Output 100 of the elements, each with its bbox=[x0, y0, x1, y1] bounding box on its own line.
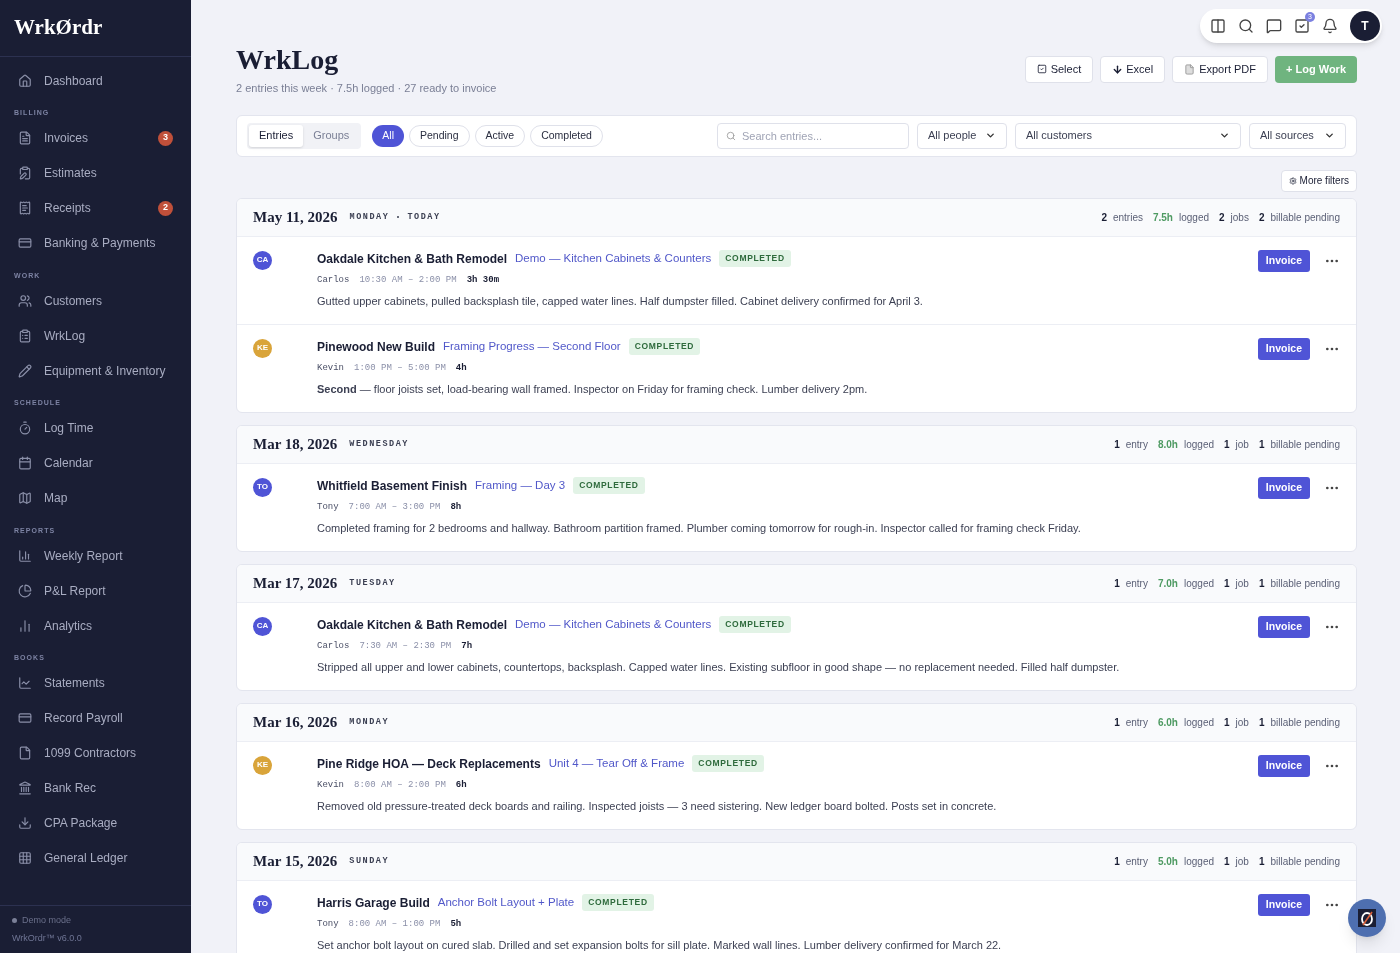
duration: 6h bbox=[455, 778, 467, 792]
panel-icon[interactable] bbox=[1210, 18, 1226, 34]
time-range: 8:00 AM – 2:00 PM bbox=[354, 778, 446, 792]
task-link[interactable]: Framing Progress — Second Floor bbox=[443, 337, 621, 356]
chevron-down-icon bbox=[1219, 130, 1230, 141]
sidebar-item[interactable]: Bank Rec bbox=[0, 770, 191, 806]
bar-chart-icon bbox=[18, 548, 32, 563]
sidebar-item[interactable]: Estimates bbox=[0, 155, 191, 191]
filter-dropdown[interactable]: All customers bbox=[1015, 122, 1241, 149]
entry-note: Gutted upper cabinets, pulled backsplash tile, capped water lines. Half dumpster filled. Cabinet delivery confirmed for April 3. bbox=[317, 294, 924, 309]
stat-label: entry bbox=[1125, 854, 1148, 869]
sidebar-item[interactable]: Customers bbox=[0, 283, 191, 318]
bell-icon[interactable] bbox=[1322, 18, 1338, 34]
worker-name: Tony bbox=[317, 917, 339, 931]
tasks-icon[interactable] bbox=[1294, 18, 1310, 34]
stat-label: logged bbox=[1183, 437, 1214, 452]
stat-value: 1 bbox=[1258, 437, 1265, 452]
day-tag: MONDAY bbox=[349, 715, 390, 729]
assistant-button[interactable] bbox=[1348, 899, 1386, 937]
invoice-button[interactable]: Invoice bbox=[1257, 249, 1310, 272]
sidebar-item[interactable]: 1099 Contractors bbox=[0, 735, 191, 771]
status-badge: COMPLETED bbox=[628, 338, 701, 355]
task-link[interactable]: Demo — Kitchen Cabinets & Counters bbox=[515, 615, 712, 634]
sidebar-item[interactable]: Log Time bbox=[0, 410, 191, 446]
search-icon bbox=[726, 130, 736, 141]
task-link[interactable]: Framing — Day 3 bbox=[475, 476, 566, 495]
task-link[interactable]: Demo — Kitchen Cabinets & Counters bbox=[515, 249, 712, 268]
sidebar-item[interactable]: Record Payroll bbox=[0, 700, 191, 736]
time-range: 1:00 PM – 5:00 PM bbox=[354, 361, 446, 375]
stat-label: job bbox=[1235, 715, 1249, 730]
count-badge: 3 bbox=[158, 130, 173, 146]
stat-value: 1 bbox=[1224, 715, 1230, 730]
sidebar-item[interactable]: Weekly Report bbox=[0, 538, 191, 573]
logo: WrkØrdr bbox=[14, 14, 103, 42]
line-chart-icon bbox=[18, 676, 32, 690]
avatar: CA bbox=[253, 616, 272, 636]
worker-name: Carlos bbox=[317, 273, 350, 287]
download-icon bbox=[18, 816, 32, 830]
filter-dropdown[interactable]: All sources bbox=[1249, 122, 1346, 149]
search-field[interactable]: Search entries... bbox=[717, 122, 909, 149]
stat-label: entries bbox=[1112, 210, 1143, 225]
sidebar-item[interactable]: Dashboard bbox=[0, 63, 191, 98]
select-button[interactable]: Select bbox=[1024, 55, 1094, 83]
export-pdf-button[interactable]: Export PDF bbox=[1172, 55, 1268, 83]
sidebar-item[interactable]: Statements bbox=[0, 665, 191, 701]
day-date: Mar 18, 2026 bbox=[253, 434, 338, 454]
day-date: Mar 17, 2026 bbox=[253, 573, 338, 593]
filter-dropdown[interactable]: All people bbox=[917, 122, 1007, 149]
pie-chart-icon bbox=[18, 583, 32, 598]
task-link[interactable]: Anchor Bolt Layout + Plate bbox=[437, 893, 575, 912]
status-filter-chip[interactable]: Pending bbox=[409, 124, 470, 147]
stat-value: 8.0h bbox=[1157, 437, 1178, 452]
stat-label: logged bbox=[1178, 210, 1209, 225]
day-tag: TUESDAY bbox=[349, 576, 396, 590]
status-filter-chip[interactable]: All bbox=[372, 124, 404, 147]
invoice-button[interactable]: Invoice bbox=[1257, 754, 1310, 777]
excel-button[interactable]: Excel bbox=[1100, 55, 1166, 83]
view-tab[interactable]: Entries bbox=[249, 124, 304, 147]
status-badge: COMPLETED bbox=[719, 250, 791, 267]
worker-name: Carlos bbox=[317, 639, 350, 653]
sidebar-item[interactable]: WrkLog bbox=[0, 318, 191, 353]
map-icon bbox=[18, 491, 32, 505]
sidebar-item[interactable]: Equipment & Inventory bbox=[0, 353, 191, 388]
sidebar-item[interactable]: Map bbox=[0, 480, 191, 516]
project-name: Oakdale Kitchen & Bath Remodel bbox=[317, 616, 508, 634]
day-date: Mar 15, 2026 bbox=[253, 851, 338, 871]
sidebar-item[interactable]: General Ledger bbox=[0, 840, 191, 876]
stat-value: 1 bbox=[1114, 576, 1120, 591]
project-name: Oakdale Kitchen & Bath Remodel bbox=[317, 250, 508, 268]
user-avatar[interactable]: T bbox=[1350, 11, 1380, 41]
search-icon[interactable] bbox=[1238, 18, 1254, 34]
more-filters-button[interactable]: More filters bbox=[1280, 169, 1357, 192]
sidebar-item[interactable]: CPA Package bbox=[0, 805, 191, 841]
task-link[interactable]: Unit 4 — Tear Off & Frame bbox=[548, 754, 685, 773]
entry-note: Second — floor joists set, load-bearing wall framed. Inspector on Friday for framing check. Lumber delivery 2pm. bbox=[317, 382, 869, 397]
chat-icon[interactable] bbox=[1266, 18, 1282, 34]
day-tag: MONDAY bbox=[349, 210, 390, 224]
stat-label: logged bbox=[1183, 854, 1214, 869]
sidebar-item[interactable]: Analytics bbox=[0, 608, 191, 643]
invoice-button[interactable]: Invoice bbox=[1257, 615, 1310, 638]
status-filter-chip[interactable]: Active bbox=[474, 124, 526, 147]
time-range: 7:30 AM – 2:30 PM bbox=[359, 639, 452, 653]
avatar: CA bbox=[253, 250, 272, 270]
duration: 7h bbox=[461, 639, 473, 653]
people-icon bbox=[18, 293, 32, 308]
download-icon bbox=[1112, 63, 1124, 75]
bar-chart-icon bbox=[18, 618, 32, 633]
sidebar-item[interactable]: Banking & Payments bbox=[0, 225, 191, 261]
sidebar-item[interactable]: Calendar bbox=[0, 445, 191, 481]
sidebar-item[interactable]: Receipts 2 bbox=[0, 190, 191, 226]
sidebar-item[interactable]: P&L Report bbox=[0, 573, 191, 608]
entry-note: Stripped all upper and lower cabinets, countertops, backsplash. Capped water lines. Existing subfloor in good shape — no replacement needed. Filled half dumpster. bbox=[317, 660, 1121, 675]
sidebar-item[interactable]: Invoices 3 bbox=[0, 120, 191, 156]
page-title: WrkLog bbox=[236, 44, 340, 76]
view-tab[interactable]: Groups bbox=[303, 124, 360, 147]
invoice-button[interactable]: Invoice bbox=[1257, 476, 1310, 499]
invoice-button[interactable]: Invoice bbox=[1257, 337, 1310, 360]
status-filter-chip[interactable]: Completed bbox=[530, 124, 603, 147]
avatar: KE bbox=[253, 338, 272, 358]
invoice-button[interactable]: Invoice bbox=[1257, 893, 1310, 916]
